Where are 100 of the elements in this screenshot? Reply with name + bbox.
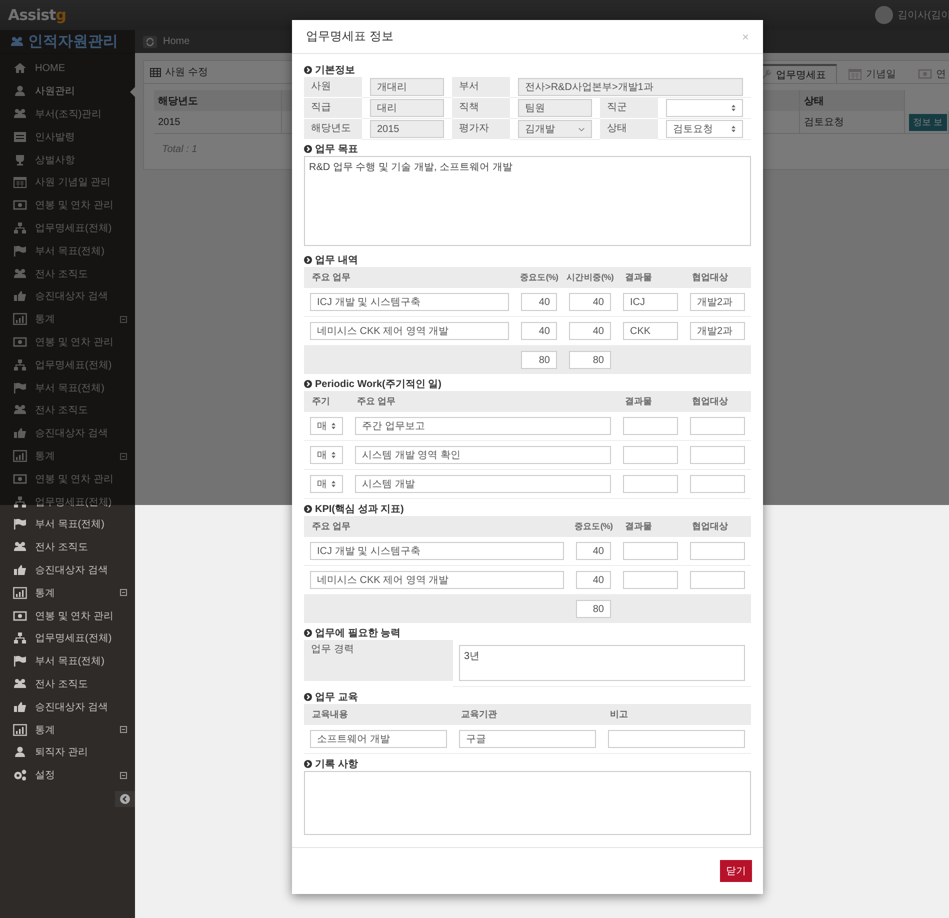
active-pointer [130, 86, 135, 97]
text-field[interactable] [623, 571, 678, 589]
sidebar-item[interactable]: 통계 [0, 581, 135, 604]
select-field[interactable]: 매 [310, 475, 343, 493]
flag-icon [13, 655, 27, 668]
circle-left-arrow-icon [120, 794, 130, 804]
tab[interactable]: 연 [907, 64, 949, 83]
text-field[interactable]: 40 [521, 293, 557, 311]
section-heading: 업무 내역 [315, 254, 358, 266]
text-field[interactable]: 40 [576, 571, 611, 589]
text-field[interactable]: 80 [576, 600, 611, 618]
text-field[interactable] [623, 542, 678, 560]
text-field[interactable] [623, 446, 678, 464]
sidebar-item[interactable]: 업무명세표(전체) [0, 626, 135, 650]
up-down-arrows-icon [331, 451, 336, 459]
select-field[interactable]: 매 [310, 446, 343, 464]
text-field[interactable]: ICJ 개발 및 시스템구축 [310, 542, 564, 560]
table-cell: 검토요청 [800, 111, 905, 134]
text-field[interactable] [690, 571, 745, 589]
text-field[interactable]: 80 [569, 351, 611, 369]
text-field[interactable]: 네미시스 CKK 제어 영역 개발 [310, 571, 564, 589]
text-field[interactable]: 40 [576, 542, 611, 560]
sidebar-item[interactable]: 연봉 및 연차 관리 [0, 604, 135, 627]
sidebar-item[interactable]: 전사 조직도 [0, 536, 135, 559]
collapse-sidebar-button[interactable] [115, 790, 135, 806]
text-field[interactable] [690, 542, 745, 560]
circle-arrow-icon [304, 66, 312, 74]
text-field[interactable] [690, 446, 745, 464]
collapse-toggle-icon[interactable] [120, 726, 127, 734]
sidebar-item[interactable]: 통계 [0, 718, 135, 741]
sidebar-item[interactable]: 퇴직자 관리 [0, 740, 135, 764]
sidebar-item[interactable]: 사원관리 [0, 80, 135, 103]
circle-arrow-icon [304, 692, 312, 700]
column-header: 중요도(%) [570, 516, 617, 537]
text-field[interactable]: ICJ 개발 및 시스템구축 [310, 293, 509, 311]
collapse-toggle-icon[interactable] [120, 589, 127, 596]
text-field[interactable] [623, 475, 678, 493]
sidebar-item[interactable]: 부서 목표(전체) [0, 512, 135, 536]
text-field[interactable]: 구글 [459, 730, 596, 748]
text-field[interactable]: 40 [569, 293, 611, 311]
home-icon [13, 62, 27, 74]
thumbs-up-icon [13, 427, 27, 440]
text-field[interactable]: 개발2과 [690, 322, 745, 340]
text-field[interactable]: CKK [623, 322, 678, 340]
goal-textarea[interactable]: R&D 업무 수행 및 기술 개발, 소프트웨어 개발 [304, 156, 751, 246]
close-button[interactable]: 닫기 [720, 860, 752, 882]
select-field[interactable]: 매 [310, 417, 343, 435]
text-field[interactable]: 시스템 개발 [355, 475, 611, 493]
collapse-toggle-icon[interactable] [120, 772, 127, 779]
text-field[interactable]: 주간 업무보고 [355, 417, 611, 435]
sidebar-item[interactable]: 설정 [0, 764, 135, 786]
text-field[interactable]: 40 [521, 322, 557, 340]
text-field[interactable]: 시스템 개발 영역 확인 [355, 446, 611, 464]
people-icon [13, 108, 27, 120]
section-heading: Periodic Work(주기적인 일) [315, 378, 442, 390]
collapse-toggle-icon[interactable] [120, 452, 127, 460]
avatar[interactable] [874, 6, 893, 24]
refresh-icon[interactable] [143, 36, 157, 48]
text-field[interactable] [608, 730, 745, 748]
people-icon [10, 36, 24, 48]
text-field[interactable]: 소프트웨어 개발 [310, 730, 447, 748]
tab[interactable]: 기념일 [837, 64, 907, 83]
people-icon [13, 404, 27, 416]
chart-icon [13, 586, 27, 599]
sidebar-item[interactable]: 승진대상자 검색 [0, 558, 135, 582]
notes-textarea[interactable] [304, 771, 751, 835]
select-field[interactable]: 검토요청 [666, 120, 743, 138]
column-header: 주요 업무 [304, 516, 570, 537]
select-field[interactable] [666, 99, 743, 117]
text-field[interactable] [623, 417, 678, 435]
circle-arrow-icon [304, 256, 312, 264]
text-field[interactable]: 40 [569, 322, 611, 340]
people-icon [13, 268, 27, 280]
text-area[interactable]: 3년 [459, 645, 745, 681]
trophy-icon [13, 154, 27, 166]
text-field[interactable] [690, 475, 745, 493]
column-header: 결과물 [617, 391, 684, 412]
column-header: 결과물 [617, 516, 684, 537]
user-icon [13, 746, 27, 758]
text-field[interactable]: ICJ [623, 293, 678, 311]
text-field[interactable] [690, 417, 745, 435]
sidebar-item[interactable]: 승진대상자 검색 [0, 695, 135, 718]
column-header: 해당년도 [154, 90, 282, 111]
sidebar-item[interactable]: 전사 조직도 [0, 672, 135, 696]
sitemap-icon [13, 222, 27, 234]
money-icon [918, 68, 932, 80]
text-field[interactable]: 개발2과 [690, 293, 745, 311]
collapse-toggle-icon[interactable] [120, 316, 127, 323]
section-heading: 기록 사항 [315, 758, 358, 770]
column-header: 주요 업무 [304, 267, 515, 288]
sidebar-item[interactable]: 부서 목표(전체) [0, 650, 135, 673]
text-field[interactable]: 80 [521, 351, 557, 369]
money-icon [13, 199, 27, 212]
people-icon [13, 678, 27, 690]
calendar-icon [13, 176, 27, 188]
circle-arrow-icon [304, 760, 312, 768]
up-down-arrows-icon [331, 422, 336, 430]
text-field[interactable]: 네미시스 CKK 제어 영역 개발 [310, 322, 509, 340]
section-heading: 업무 교육 [315, 690, 358, 704]
people-icon [13, 541, 27, 554]
